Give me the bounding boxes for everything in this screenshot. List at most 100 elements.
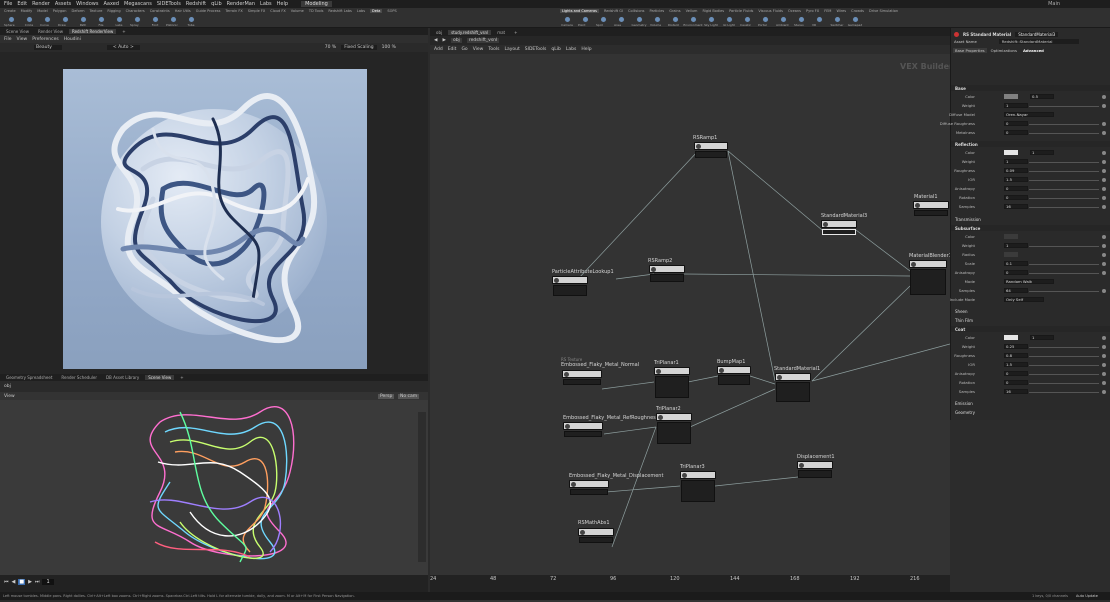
shelf-tab[interactable]: Viscous Fluids (758, 9, 783, 13)
shelf-tab[interactable]: Texture (90, 9, 103, 13)
tab-db-asset-library[interactable]: DB Asset Library (103, 375, 142, 380)
slider[interactable] (1029, 198, 1099, 199)
jump-start-icon[interactable]: ⏮ (4, 579, 9, 585)
param-coat-roughness[interactable]: Roughness 0.8 (951, 353, 1110, 360)
menu-file[interactable]: File (4, 1, 12, 7)
keyframe-icon[interactable] (1102, 381, 1106, 385)
tab-scene-view[interactable]: Scene View (145, 375, 175, 380)
shelf-tab[interactable]: Lights and Cameras (560, 9, 599, 13)
menu-render[interactable]: Render (32, 1, 50, 7)
section-thin-film[interactable]: Thin Film (951, 317, 1110, 323)
shelf-tab[interactable]: Rigging (107, 9, 120, 13)
shelf-tab[interactable]: Hair Utils (175, 9, 191, 13)
slider[interactable] (1029, 273, 1099, 274)
slider[interactable] (1029, 246, 1099, 247)
play-icon[interactable]: ▶ (28, 579, 32, 585)
add-tab-icon[interactable]: + (177, 375, 186, 380)
node-rsramp2[interactable] (649, 265, 685, 282)
timeline-ruler[interactable]: 24 48 72 96 120 144 168 192 216 (430, 575, 950, 592)
node-rsramp1[interactable] (694, 142, 728, 158)
slider[interactable] (1029, 106, 1099, 107)
param-diffuse-model[interactable]: Diffuse Model Oren-Nayar (949, 112, 1110, 119)
shelf-tab[interactable]: Labs (357, 9, 365, 13)
param-base-color[interactable]: Color 0.5 (951, 94, 1110, 101)
param-refl-roughness[interactable]: Roughness 0.09 (951, 168, 1110, 175)
net-menu-edit[interactable]: Edit (448, 47, 457, 52)
tab-scene-view[interactable]: Scene View (3, 29, 32, 34)
param-metalness[interactable]: Metalness 0 (951, 130, 1110, 137)
zoom-level[interactable]: 100 % (382, 45, 396, 50)
shelf-tab[interactable]: Particle Fluids (729, 9, 753, 13)
render-menu-houdini[interactable]: Houdini (64, 37, 81, 42)
shelf-tab[interactable]: Redshift Labs (328, 9, 351, 13)
param-ss-weight[interactable]: Weight 1 (951, 243, 1110, 250)
keyframe-icon[interactable] (1102, 187, 1106, 191)
shelf-tab[interactable]: Simple FX (248, 9, 265, 13)
shelf-tab[interactable]: Terrain FX (225, 9, 242, 13)
menu-redshift[interactable]: Redshift (186, 1, 206, 7)
color-swatch[interactable] (1004, 234, 1018, 239)
add-tab-icon[interactable]: + (511, 30, 520, 35)
keyframe-icon[interactable] (1102, 196, 1106, 200)
slider[interactable] (1029, 162, 1099, 163)
shelf-tab[interactable]: Modify (21, 9, 33, 13)
color-swatch[interactable] (1004, 335, 1018, 340)
shelf-tab[interactable]: Polygon (53, 9, 67, 13)
shelf-tab[interactable]: Pyro FX (806, 9, 819, 13)
param-coat-ior[interactable]: IOR 1.5 (951, 362, 1110, 369)
shelf-tab[interactable]: Oceans (788, 9, 801, 13)
net-menu-help[interactable]: Help (581, 47, 591, 52)
net-menu-labs[interactable]: Labs (566, 47, 576, 52)
path-node[interactable]: redshift_vsnl (466, 38, 500, 43)
shelf-tab[interactable]: Grains (669, 9, 680, 13)
keyframe-icon[interactable] (1102, 160, 1106, 164)
stop-icon[interactable]: ■ (18, 579, 26, 585)
slider[interactable] (1029, 264, 1099, 265)
shelf-tab[interactable]: FEM (824, 9, 831, 13)
tab-optimizations[interactable]: Optimizations (989, 48, 1019, 53)
slider[interactable] (1029, 356, 1099, 357)
forward-icon[interactable]: ▶ (442, 38, 445, 43)
section-geometry[interactable]: Geometry (951, 409, 1110, 415)
keyframe-icon[interactable] (1102, 289, 1106, 293)
viewport-path[interactable]: obj (4, 384, 11, 389)
keyframe-icon[interactable] (1102, 178, 1106, 182)
tab-obj[interactable]: obj (433, 30, 445, 35)
menu-assets[interactable]: Assets (55, 1, 71, 7)
tab-base-properties[interactable]: Base Properties (953, 48, 987, 53)
add-tab-icon[interactable]: + (119, 29, 128, 34)
param-ss-anisotropy[interactable]: Anisotropy 0 (951, 270, 1110, 277)
node-particleattributelookup1[interactable] (552, 276, 588, 296)
back-icon[interactable]: ◀ (434, 38, 437, 43)
section-reflection[interactable]: Reflection (951, 141, 1110, 147)
slider[interactable] (1029, 133, 1099, 134)
param-coat-weight[interactable]: Weight 0.25 (951, 344, 1110, 351)
path-obj[interactable]: obj (450, 38, 462, 43)
slider[interactable] (1029, 124, 1099, 125)
menu-sidetools[interactable]: SIDETools (157, 1, 181, 7)
param-refl-color[interactable]: Color 1 (951, 150, 1110, 157)
shelf-tab[interactable]: Rigid Bodies (702, 9, 724, 13)
render-menu-file[interactable]: File (4, 37, 12, 42)
keyframe-icon[interactable] (1102, 345, 1106, 349)
shelf-tab[interactable]: SOPS (387, 9, 396, 13)
play-reverse-icon[interactable]: ◀ (12, 579, 16, 585)
shelf-tab[interactable]: TD Tools (309, 9, 324, 13)
keyframe-icon[interactable] (1102, 131, 1106, 135)
shelf-tab[interactable]: Particles (650, 9, 665, 13)
param-ss-scale[interactable]: Scale 0.1 (951, 261, 1110, 268)
section-sheen[interactable]: Sheen (951, 308, 1110, 314)
tab-render-view[interactable]: Render View (35, 29, 66, 34)
slider[interactable] (1029, 207, 1099, 208)
section-emission[interactable]: Emission (951, 400, 1110, 406)
node-triplanar2[interactable] (656, 413, 692, 444)
jump-end-icon[interactable]: ⏭ (35, 579, 40, 585)
keyframe-icon[interactable] (1102, 104, 1106, 108)
keyframe-icon[interactable] (1102, 372, 1106, 376)
tab-advanced[interactable]: Advanced (1021, 48, 1046, 53)
shelf-tab[interactable]: Volume (291, 9, 304, 13)
slider[interactable] (1029, 374, 1099, 375)
app-corner-label[interactable]: Main (1048, 1, 1060, 7)
node-rsmathabs1[interactable] (578, 528, 614, 543)
param-refl-anisotropy[interactable]: Anisotropy 0 (951, 186, 1110, 193)
